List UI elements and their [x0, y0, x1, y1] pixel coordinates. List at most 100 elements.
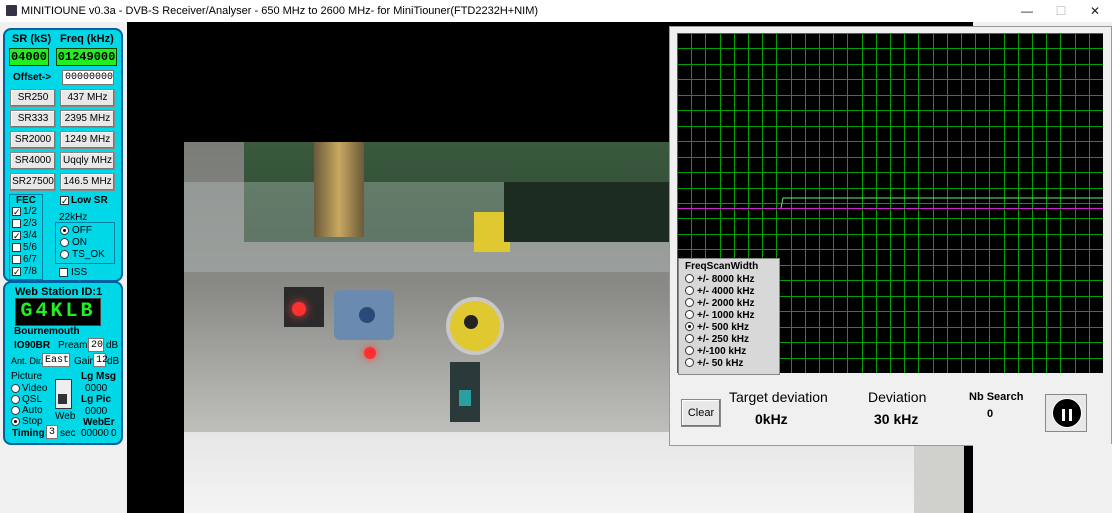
sr4000-button[interactable]: SR4000 [10, 152, 56, 170]
scan-8000-option[interactable]: +/- 8000 kHz [685, 273, 755, 285]
target-deviation-value: 0kHz [755, 411, 788, 427]
khz22-tsok-label: TS_OK [72, 249, 105, 260]
fec-7-8-label: 7/8 [23, 266, 37, 277]
fec-3-4-checkbox[interactable]: ✓ [12, 231, 21, 241]
scan-4000-radio[interactable] [685, 285, 694, 295]
offset-label: Offset-> [13, 72, 52, 83]
pause-button[interactable] [1045, 394, 1087, 432]
fec-5-6-label: 5/6 [23, 242, 37, 253]
lg-pic-label: Lg Pic [81, 394, 112, 405]
picture-stop-label: Stop [22, 416, 43, 427]
scan-250-option[interactable]: +/- 250 kHz [685, 333, 749, 345]
close-button[interactable]: ✕ [1080, 2, 1110, 20]
deviation-label: Deviation [868, 389, 927, 405]
web-toggle-icon[interactable] [55, 379, 72, 409]
nb-search-value: 0 [987, 408, 994, 420]
scan-1000-radio[interactable] [685, 309, 694, 319]
target-deviation-label: Target deviation [729, 389, 828, 405]
title-bar: MINITIOUNE v0.3a - DVB-S Receiver/Analys… [0, 0, 1112, 22]
scan-2000-label: +/- 2000 kHz [697, 298, 755, 309]
freq-2395-button[interactable]: 2395 MHz [60, 110, 115, 128]
fec-5-6-checkbox[interactable] [12, 243, 21, 252]
station-location: Bournemouth [14, 326, 80, 337]
preamp-unit: dB [106, 340, 119, 351]
fec-1-2-checkbox[interactable]: ✓ [12, 207, 21, 217]
weber-label: WebEr [83, 417, 115, 428]
freq-value[interactable]: 01249000 [56, 48, 117, 66]
fec-7-8-checkbox[interactable]: ✓ [12, 267, 21, 277]
khz22-group: OFF ON TS_OK [55, 222, 115, 264]
scan-8000-radio[interactable] [685, 273, 694, 283]
scan-500-label: +/- 500 kHz [697, 322, 749, 333]
picture-qsl-label: QSL [22, 394, 43, 405]
picture-qsl-radio[interactable] [11, 395, 20, 404]
freq-scan-width-group: FreqScanWidth +/- 8000 kHz +/- 4000 kHz … [678, 258, 780, 375]
timing-unit: sec [60, 428, 76, 439]
sr27500-button[interactable]: SR27500 [10, 173, 56, 191]
fec-1-2-label: 1/2 [23, 206, 37, 217]
picture-auto-radio[interactable] [11, 406, 20, 415]
freq-scan-width-header: FreqScanWidth [685, 261, 759, 272]
fec-3-4-label: 3/4 [23, 230, 37, 241]
fec-2-3-checkbox[interactable] [12, 219, 21, 228]
scan-100-radio[interactable] [685, 345, 694, 355]
analyser-panel [669, 26, 1112, 446]
iss-label: ISS [71, 267, 88, 278]
scan-50-radio[interactable] [685, 357, 694, 367]
khz22-on-label: ON [72, 237, 87, 248]
freq-146-5-button[interactable]: 146.5 MHz [60, 173, 115, 191]
nb-search-label: Nb Search [969, 391, 1024, 403]
freq-437-button[interactable]: 437 MHz [60, 89, 115, 107]
scan-250-radio[interactable] [685, 333, 694, 343]
clear-button[interactable]: Clear [681, 399, 721, 427]
picture-video-radio[interactable] [11, 384, 20, 393]
app-icon [6, 5, 17, 16]
fec-2-3-label: 2/3 [23, 218, 37, 229]
khz22-on-radio[interactable] [60, 238, 69, 247]
sr2000-button[interactable]: SR2000 [10, 131, 56, 149]
lower-right-blank [973, 444, 1112, 513]
ant-dir-field[interactable]: East [42, 353, 70, 367]
scan-50-label: +/- 50 kHz [697, 358, 744, 369]
minimize-button[interactable]: — [1012, 2, 1042, 20]
offset-field[interactable]: 00000000 [62, 70, 114, 85]
window-title: MINITIOUNE v0.3a - DVB-S Receiver/Analys… [21, 5, 539, 17]
gain-label: Gain [74, 356, 96, 367]
scan-100-option[interactable]: +/-100 kHz [685, 345, 746, 357]
preamp-field[interactable]: 20 [88, 338, 104, 352]
freq-1249-button[interactable]: 1249 MHz [60, 131, 115, 149]
gain-field[interactable]: 12 [93, 353, 108, 367]
callsign-display: G4KLB [15, 298, 101, 326]
scan-50-option[interactable]: +/- 50 kHz [685, 357, 744, 369]
scan-1000-option[interactable]: +/- 1000 kHz [685, 309, 755, 321]
sr-value[interactable]: 04000 [9, 48, 49, 66]
scan-8000-label: +/- 8000 kHz [697, 274, 755, 285]
sr333-button[interactable]: SR333 [10, 110, 56, 128]
scan-1000-label: +/- 1000 kHz [697, 310, 755, 321]
khz22-off-radio[interactable] [60, 226, 69, 235]
web-station-header: Web Station ID:1 [15, 286, 103, 298]
scan-4000-option[interactable]: +/- 4000 kHz [685, 285, 755, 297]
maximize-button[interactable]: ☐ [1046, 2, 1076, 20]
scan-500-radio[interactable] [685, 321, 694, 331]
pause-icon [1052, 398, 1082, 428]
tuning-panel: SR (kS) Freq (kHz) 04000 01249000 Offset… [3, 28, 123, 282]
gain-unit: dB [107, 356, 120, 367]
scan-500-option[interactable]: +/- 500 kHz [685, 321, 749, 333]
fec-group: FEC ✓ 1/2 2/3 ✓ 3/4 5/6 6/7 ✓ 7/8 [9, 194, 43, 280]
freq-uqqly-button[interactable]: Uqqly MHz [60, 152, 115, 170]
picture-label: Picture [11, 371, 43, 382]
fec-6-7-checkbox[interactable] [12, 255, 21, 264]
fec-label: FEC [16, 195, 36, 206]
iss-checkbox[interactable] [59, 268, 68, 277]
low-sr-label: Low SR [71, 195, 108, 206]
weber-extra: 0 [111, 428, 117, 439]
picture-stop-radio[interactable] [11, 417, 20, 426]
sr250-button[interactable]: SR250 [10, 89, 56, 107]
fec-6-7-label: 6/7 [23, 254, 37, 265]
timing-field[interactable]: 3 [46, 425, 58, 439]
low-sr-checkbox[interactable]: ✓ [60, 196, 69, 206]
scan-2000-option[interactable]: +/- 2000 kHz [685, 297, 755, 309]
scan-2000-radio[interactable] [685, 297, 694, 307]
khz22-tsok-radio[interactable] [60, 250, 69, 259]
